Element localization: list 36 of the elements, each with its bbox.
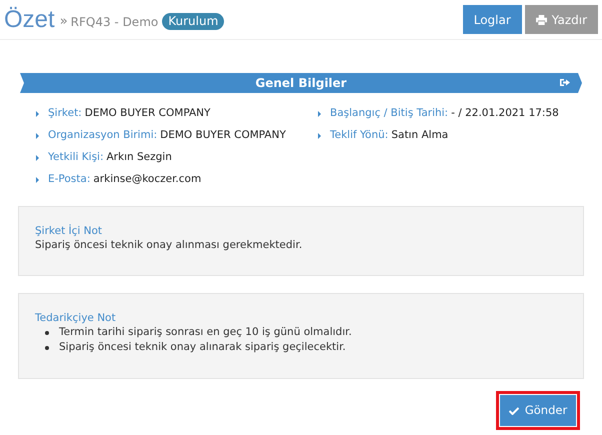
note-item: Termin tarihi sipariş sonrası en geç 10 iş günü olmalıdır. [59,325,352,340]
caret-icon [36,155,39,161]
field-label: Başlangıç / Bitiş Tarihi: [330,106,448,122]
field-label: Yetkili Kişi: [48,150,104,166]
note-title: Şirket İçi Not [35,224,104,238]
bullet-icon [45,346,49,350]
field-value: DEMO BUYER COMPANY [160,128,286,144]
bullet-icon [45,330,49,334]
caret-icon [36,133,39,139]
caret-icon [318,111,321,117]
field-label: Organizasyon Birimi: [48,128,158,144]
print-button[interactable]: Yazdır [524,5,598,34]
field-value: DEMO BUYER COMPANY [84,106,210,122]
field-label: E-Posta: [48,172,90,188]
field-value: Satın Alma [391,128,448,144]
section-title: Genel Bilgiler [255,75,347,92]
logs-button[interactable]: Loglar [462,5,522,34]
caret-icon [36,111,39,117]
note-title: Tedarikçiye Not [35,311,117,325]
field-label: Teklif Yönü: [330,128,388,144]
field-value: arkinse@koczer.com [93,172,202,188]
note-text: Sipariş öncesi teknik onay alınması gerekmektedir. [35,238,304,252]
field-value: - / 22.01.2021 17:58 [451,106,559,122]
field-label: Şirket: [48,106,82,122]
caret-icon [318,133,321,139]
exit-icon[interactable] [560,78,570,87]
status-badge: Kurulum [162,13,224,30]
breadcrumb-text: RFQ43 - Demo [70,14,158,30]
field-value: Arkın Sezgin [106,150,172,166]
printer-icon [536,14,547,24]
page-title: Özet [4,8,55,32]
note-item: Sipariş öncesi teknik onay alınarak sipariş geçilecektir. [59,340,346,355]
send-button[interactable]: Gönder [500,395,576,426]
caret-icon [36,177,39,183]
breadcrumb-separator: » [60,12,68,31]
check-icon [508,406,519,414]
